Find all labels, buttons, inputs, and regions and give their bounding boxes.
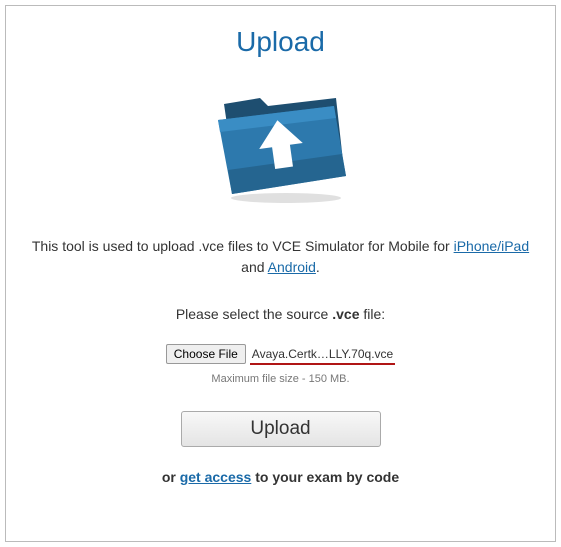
desc-suffix: . bbox=[316, 259, 320, 275]
page-title: Upload bbox=[26, 26, 535, 58]
prompt-suffix: file: bbox=[359, 306, 385, 322]
choose-file-button[interactable]: Choose File bbox=[166, 344, 246, 364]
prompt-prefix: Please select the source bbox=[176, 306, 332, 322]
selected-filename: Avaya.Certk…LLY.70q.vce bbox=[250, 345, 395, 363]
get-access-link[interactable]: get access bbox=[180, 469, 252, 485]
upload-panel: Upload This tool is used to upload .vce … bbox=[5, 5, 556, 542]
selected-filename-wrap: Avaya.Certk…LLY.70q.vce bbox=[250, 345, 395, 363]
desc-middle: and bbox=[241, 259, 267, 275]
filename-underline bbox=[250, 363, 395, 365]
android-link[interactable]: Android bbox=[268, 259, 316, 275]
max-file-size-text: Maximum file size - 150 MB. bbox=[26, 373, 535, 385]
iphone-ipad-link[interactable]: iPhone/iPad bbox=[454, 238, 530, 254]
file-input-row: Choose File Avaya.Certk…LLY.70q.vce bbox=[26, 344, 535, 364]
access-prefix: or bbox=[162, 469, 180, 485]
upload-button[interactable]: Upload bbox=[181, 411, 381, 447]
select-file-prompt: Please select the source .vce file: bbox=[26, 306, 535, 322]
access-line: or get access to your exam by code bbox=[26, 469, 535, 485]
prompt-bold: .vce bbox=[332, 306, 359, 322]
desc-prefix: This tool is used to upload .vce files t… bbox=[32, 238, 454, 254]
upload-folder-icon bbox=[26, 76, 535, 206]
description-text: This tool is used to upload .vce files t… bbox=[26, 236, 535, 278]
access-suffix: to your exam by code bbox=[251, 469, 399, 485]
